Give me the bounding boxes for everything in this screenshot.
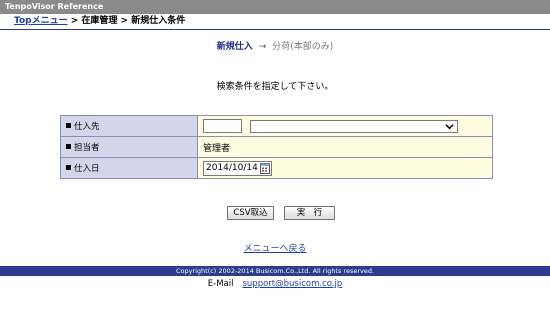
email-label: E-Mail [207,279,234,289]
chevron-down-icon [445,123,454,129]
bullet-square-icon [66,165,71,170]
person-value: 管理者 [197,136,493,158]
search-conditions-form: 仕入先 担当者 管理者 仕入日 2014/10/14 [60,115,493,179]
form-row-date: 仕入日 2014/10/14 [60,157,493,179]
breadcrumb-current: 新規仕入条件 [131,16,186,26]
form-row-person: 担当者 管理者 [60,136,493,158]
calendar-icon[interactable] [260,162,270,174]
supplier-label: 仕入先 [60,115,198,137]
step-next: 分荷(本部のみ) [272,42,334,52]
person-label: 担当者 [60,136,198,158]
step-current: 新規仕入 [216,42,253,52]
date-value-cell: 2014/10/14 [197,157,493,179]
form-row-supplier: 仕入先 [60,115,493,137]
date-label: 仕入日 [60,157,198,179]
header-divider [0,29,550,30]
bullet-square-icon [66,123,71,128]
supplier-select[interactable] [250,119,458,133]
supplier-code-input[interactable] [203,119,242,133]
breadcrumb: Topメニュー > 在庫管理 > 新規仕入条件 [0,15,550,28]
execute-button[interactable]: 実 行 [284,206,335,220]
app-title-bar: TenpoVisor Reference [0,0,550,14]
app-title: TenpoVisor Reference [5,2,104,11]
breadcrumb-inventory: 在庫管理 [81,16,118,26]
breadcrumb-separator: > [117,16,132,26]
back-to-menu-link[interactable]: メニューへ戻る [0,241,550,254]
support-email-link[interactable]: support@busicom.co.jp [242,279,342,289]
step-arrow: → [258,42,267,52]
footer-contact: E-Mail support@busicom.co.jp [0,279,550,289]
csv-import-button[interactable]: CSV取込 [227,206,274,220]
bullet-square-icon [66,144,71,149]
breadcrumb-top-link[interactable]: Topメニュー [14,16,68,26]
supplier-value-cell [197,115,493,137]
instruction-text: 検索条件を指定して下さい。 [216,82,334,92]
purchase-date-input[interactable]: 2014/10/14 [203,160,272,176]
step-indicator: 新規仕入 → 分荷(本部のみ) [0,41,550,53]
footer-copyright: Copyright(c) 2002-2014 Busicom.Co.,Ltd. … [0,266,550,276]
breadcrumb-separator: > [67,16,82,26]
